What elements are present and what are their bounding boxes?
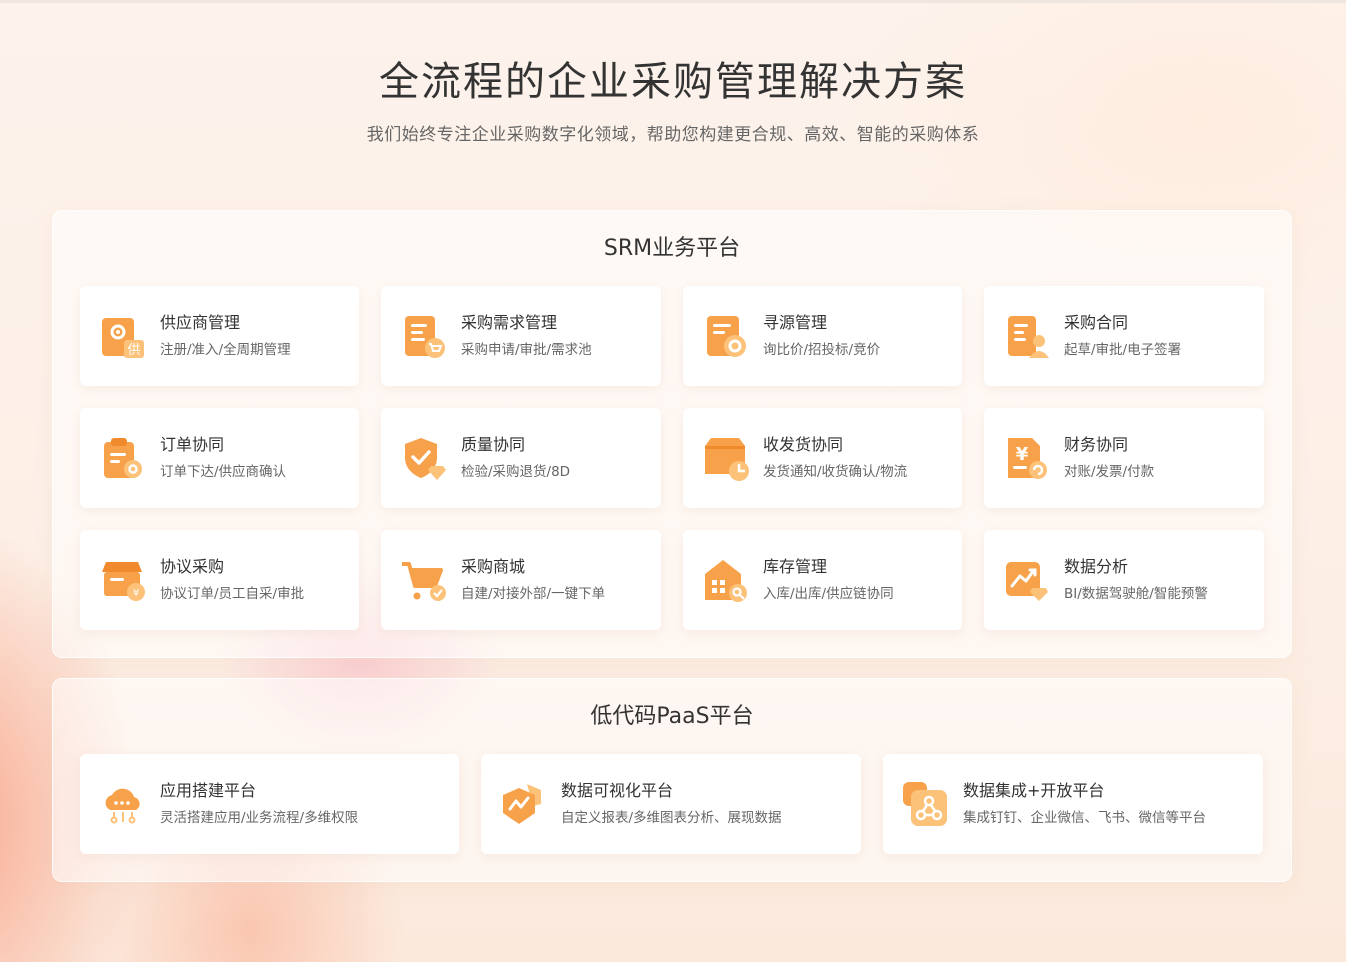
card-data-integration[interactable]: 数据集成+开放平台 集成钉钉、企业微信、飞书、微信等平台 [883, 754, 1263, 854]
card-name: 数据分析 [1064, 557, 1129, 576]
card-name: 采购商城 [461, 557, 526, 576]
card-desc: 入库/出库/供应链协同 [763, 586, 894, 602]
sourcing-icon [707, 316, 746, 357]
card-desc: 集成钉钉、企业微信、飞书、微信等平台 [963, 810, 1206, 826]
purchase-demand-icon [405, 316, 445, 358]
card-desc: 协议订单/员工自采/审批 [160, 586, 305, 602]
page-title: 全流程的企业采购管理解决方案 [379, 59, 967, 105]
card-supplier-management[interactable]: 供 供应商管理 注册/准入/全周期管理 [80, 286, 359, 386]
data-visual-icon [503, 784, 541, 824]
card-desc: 灵活搭建应用/业务流程/多维权限 [160, 810, 359, 826]
card-desc: 采购申请/审批/需求池 [461, 342, 592, 358]
svg-text:供: 供 [127, 343, 140, 358]
srm-platform-panel: SRM业务平台 供 供应商管理 注册/准入/全周期管理 采购需求管理 采购申请/… [52, 210, 1292, 658]
card-name: 数据可视化平台 [561, 781, 674, 800]
card-inventory-management[interactable]: 库存管理 入库/出库/供应链协同 [683, 530, 962, 630]
card-data-analysis[interactable]: 数据分析 BI/数据驾驶舱/智能预警 [984, 530, 1264, 630]
card-name: 数据集成+开放平台 [963, 781, 1105, 800]
shopping-cart-icon [402, 562, 446, 601]
delivery-box-icon [705, 438, 749, 481]
card-desc: 对账/发票/付款 [1064, 464, 1155, 480]
cloud-build-icon [105, 788, 140, 824]
card-agreement-purchase[interactable]: ¥ 协议采购 协议订单/员工自采/审批 [80, 530, 359, 630]
card-purchase-demand[interactable]: 采购需求管理 采购申请/审批/需求池 [381, 286, 661, 386]
card-desc: 自建/对接外部/一键下单 [461, 586, 606, 602]
card-finance-collaboration[interactable]: ¥ 财务协同 对账/发票/付款 [984, 408, 1264, 508]
data-analysis-icon [1006, 562, 1048, 601]
card-name: 库存管理 [763, 557, 828, 576]
contract-icon [1008, 316, 1049, 358]
agreement-store-icon: ¥ [102, 562, 145, 601]
card-sourcing[interactable]: 寻源管理 询比价/招投标/竞价 [683, 286, 962, 386]
card-desc: 检验/采购退货/8D [461, 464, 571, 480]
card-name: 订单协同 [160, 435, 225, 454]
card-desc: 自定义报表/多维图表分析、展现数据 [561, 810, 782, 826]
card-name: 采购需求管理 [461, 313, 558, 332]
card-data-visualization[interactable]: 数据可视化平台 自定义报表/多维图表分析、展现数据 [481, 754, 861, 854]
card-name: 采购合同 [1064, 313, 1129, 332]
card-name: 收发货协同 [763, 435, 844, 454]
top-divider [0, 0, 1346, 3]
card-desc: 起草/审批/电子签署 [1064, 342, 1182, 358]
finance-yen-icon: ¥ [1008, 438, 1047, 479]
card-shipping-receiving[interactable]: 收发货协同 发货通知/收货确认/物流 [683, 408, 962, 508]
paas-panel-title: 低代码PaaS平台 [590, 704, 754, 729]
card-purchase-mall[interactable]: 采购商城 自建/对接外部/一键下单 [381, 530, 661, 630]
card-desc: BI/数据驾驶舱/智能预警 [1064, 586, 1208, 602]
card-desc: 询比价/招投标/竞价 [763, 342, 881, 358]
card-desc: 订单下达/供应商确认 [160, 464, 287, 480]
paas-platform-panel: 低代码PaaS平台 应用搭建平台 灵活搭建应用/业务流程/多维权限 数据可视化平… [52, 678, 1292, 882]
srm-panel-title: SRM业务平台 [603, 236, 741, 261]
card-app-builder[interactable]: 应用搭建平台 灵活搭建应用/业务流程/多维权限 [80, 754, 459, 854]
card-desc: 注册/准入/全周期管理 [160, 342, 291, 358]
card-quality-collaboration[interactable]: 质量协同 检验/采购退货/8D [381, 408, 661, 508]
page-header: 全流程的企业采购管理解决方案 我们始终专注企业采购数字化领域，帮助您构建更合规、… [0, 52, 1346, 148]
warehouse-icon [705, 560, 747, 602]
card-name: 应用搭建平台 [160, 781, 257, 800]
svg-text:¥: ¥ [1016, 444, 1029, 465]
card-order-collaboration[interactable]: 订单协同 订单下达/供应商确认 [80, 408, 359, 508]
card-purchase-contract[interactable]: 采购合同 起草/审批/电子签署 [984, 286, 1264, 386]
card-desc: 发货通知/收货确认/物流 [763, 464, 908, 480]
supplier-icon: 供 [102, 318, 144, 358]
quality-shield-icon [405, 438, 446, 480]
card-name: 协议采购 [160, 557, 225, 576]
order-icon [104, 438, 142, 478]
card-name: 寻源管理 [763, 313, 828, 332]
page-subtitle: 我们始终专注企业采购数字化领域，帮助您构建更合规、高效、智能的采购体系 [366, 125, 980, 145]
card-name: 财务协同 [1064, 435, 1129, 454]
card-name: 质量协同 [461, 435, 526, 454]
svg-text:¥: ¥ [133, 588, 139, 599]
integration-icon [903, 782, 947, 826]
card-name: 供应商管理 [160, 313, 241, 332]
